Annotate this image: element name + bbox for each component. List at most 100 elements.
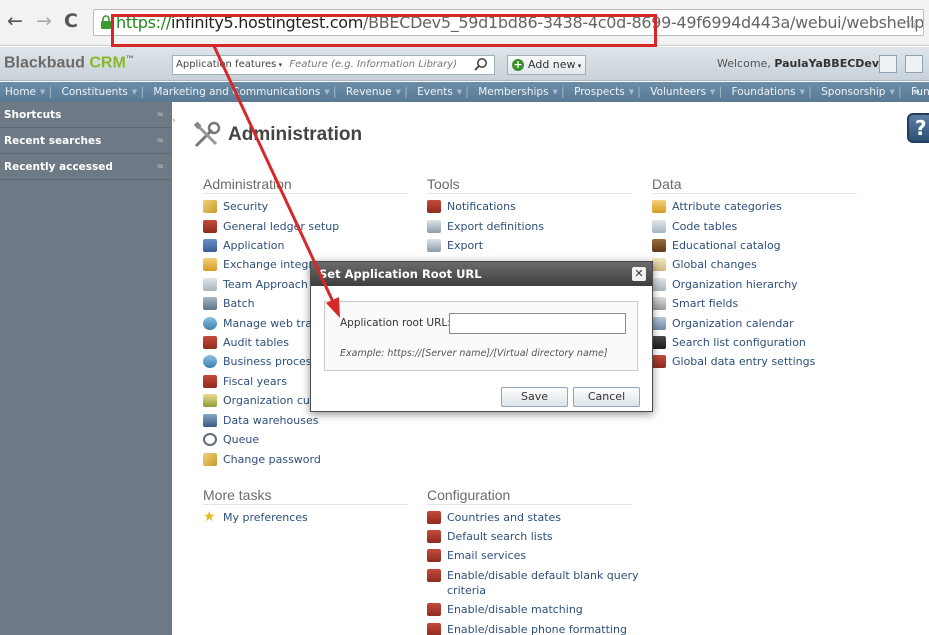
link-label[interactable]: Audit tables <box>223 336 289 349</box>
link-exchange-integration[interactable]: Exchange integra <box>203 258 320 272</box>
link-audit-tables[interactable]: Audit tables <box>203 336 289 350</box>
nav-events[interactable]: Events <box>417 86 453 98</box>
link-notifications[interactable]: Notifications <box>427 200 516 214</box>
link-default-search-lists[interactable]: Default search lists <box>427 530 553 544</box>
link-email-services[interactable]: Email services <box>427 549 526 563</box>
reload-icon[interactable]: C <box>64 11 78 31</box>
link-label[interactable]: Exchange integra <box>223 258 320 271</box>
link-label[interactable]: Enable/disable matching <box>447 603 583 616</box>
link-label[interactable]: Security <box>223 200 268 213</box>
app-features-input[interactable]: Feature (e.g. Information Library) <box>289 59 457 70</box>
link-smart-fields[interactable]: Smart fields <box>652 297 738 311</box>
link-label[interactable]: Global changes <box>672 258 757 271</box>
back-arrow-icon[interactable]: ← <box>7 11 23 31</box>
root-url-input[interactable] <box>449 313 626 334</box>
link-label[interactable]: Change password <box>223 453 321 466</box>
link-label[interactable]: Attribute categories <box>672 200 782 213</box>
link-label[interactable]: Data warehouses <box>223 414 318 427</box>
search-icon[interactable] <box>474 57 488 71</box>
link-label[interactable]: Enable/disable default blank query <box>447 569 639 582</box>
link-label[interactable]: Global data entry settings <box>672 355 815 368</box>
sidebar-item-recent-searches[interactable]: Recent searches ≈ <box>0 128 172 154</box>
chevron-down-icon[interactable]: ≈ <box>156 128 164 154</box>
welcome-username[interactable]: PaulaYaBBECDev5 <box>774 57 886 70</box>
link-business-processes[interactable]: Business processe <box>203 355 324 369</box>
list-view-icon[interactable] <box>879 55 897 73</box>
link-change-password[interactable]: Change password <box>203 453 321 467</box>
sidebar-item-shortcuts[interactable]: Shortcuts ≈ <box>0 102 172 128</box>
link-attribute-categories[interactable]: Attribute categories <box>652 200 782 214</box>
help-icon[interactable]: ? <box>907 113 929 143</box>
welcome-user[interactable]: Welcome, PaulaYaBBECDev5 ▾ <box>717 57 892 70</box>
add-new-button[interactable]: + Add new ▾ <box>507 55 586 75</box>
link-organization-currency[interactable]: Organization curr <box>203 394 319 408</box>
cancel-button[interactable]: Cancel <box>573 387 640 407</box>
link-enable-disable-phone-formatting[interactable]: Enable/disable phone formatting <box>427 623 627 635</box>
link-label[interactable]: Batch <box>223 297 255 310</box>
sidebar-item-recently-accessed[interactable]: Recently accessed ≈ <box>0 154 172 180</box>
bookmark-star-icon[interactable]: ☆ <box>905 10 919 35</box>
link-code-tables[interactable]: Code tables <box>652 220 737 234</box>
link-label[interactable]: Smart fields <box>672 297 738 310</box>
link-label[interactable]: Organization curr <box>223 394 319 407</box>
link-label[interactable]: My preferences <box>223 511 308 524</box>
link-global-changes[interactable]: Global changes <box>652 258 757 272</box>
link-label[interactable]: Queue <box>223 433 259 446</box>
link-label[interactable]: Organization hierarchy <box>672 278 798 291</box>
link-label[interactable]: Fiscal years <box>223 375 287 388</box>
link-my-preferences[interactable]: ★ My preferences <box>203 510 308 525</box>
chevron-down-icon[interactable]: ≈ <box>156 154 164 180</box>
link-educational-catalog[interactable]: Educational catalog <box>652 239 781 253</box>
link-label[interactable]: Notifications <box>447 200 516 213</box>
nav-revenue[interactable]: Revenue <box>346 86 392 98</box>
nav-memberships[interactable]: Memberships <box>478 86 548 98</box>
link-label[interactable]: Default search lists <box>447 530 553 543</box>
link-label[interactable]: Code tables <box>672 220 737 233</box>
app-features-label[interactable]: Application features <box>176 59 276 70</box>
link-label[interactable]: Organization calendar <box>672 317 794 330</box>
link-global-data-entry-settings[interactable]: Global data entry settings <box>652 355 815 369</box>
link-search-list-configuration[interactable]: Search list configuration <box>652 336 806 350</box>
link-label[interactable]: Team Approach s <box>223 278 317 291</box>
link-label[interactable]: General ledger setup <box>223 220 339 233</box>
link-label[interactable]: Application <box>223 239 284 252</box>
save-button[interactable]: Save <box>501 387 568 407</box>
link-batch[interactable]: Batch <box>203 297 255 311</box>
nav-home[interactable]: Home <box>5 86 36 98</box>
link-label[interactable]: Countries and states <box>447 511 561 524</box>
link-label[interactable]: Business processe <box>223 355 324 368</box>
collapse-sidebar-icon[interactable]: › <box>172 116 182 146</box>
link-team-approach[interactable]: Team Approach s <box>203 278 317 292</box>
close-icon[interactable]: ✕ <box>632 267 646 281</box>
link-label[interactable]: Enable/disable phone formatting <box>447 623 627 635</box>
nav-marketing[interactable]: Marketing and Communications <box>153 86 320 98</box>
home-page-icon[interactable] <box>905 55 923 73</box>
link-enable-disable-blank-query-cont[interactable]: criteria <box>427 584 486 598</box>
link-label[interactable]: criteria <box>447 584 486 597</box>
link-manage-web-transactions[interactable]: Manage web tran <box>203 317 319 331</box>
link-general-ledger-setup[interactable]: General ledger setup <box>203 220 339 234</box>
link-data-warehouses[interactable]: Data warehouses <box>203 414 318 428</box>
nav-volunteers[interactable]: Volunteers <box>650 86 706 98</box>
app-features-search[interactable]: Application features ▾ Feature (e.g. Inf… <box>172 55 495 75</box>
link-enable-disable-matching[interactable]: Enable/disable matching <box>427 603 583 617</box>
link-label[interactable]: Export definitions <box>447 220 544 233</box>
link-countries-and-states[interactable]: Countries and states <box>427 511 561 525</box>
nav-sponsorship[interactable]: Sponsorship <box>821 86 885 98</box>
link-organization-hierarchy[interactable]: Organization hierarchy <box>652 278 798 292</box>
link-export[interactable]: Export <box>427 239 483 253</box>
nav-foundations[interactable]: Foundations <box>732 86 796 98</box>
link-application[interactable]: Application <box>203 239 284 253</box>
link-label[interactable]: Export <box>447 239 483 252</box>
link-label[interactable]: Email services <box>447 549 526 562</box>
nav-prospects[interactable]: Prospects <box>574 86 625 98</box>
nav-more-icon[interactable]: » <box>913 82 920 102</box>
link-organization-calendar[interactable]: Organization calendar <box>652 317 794 331</box>
link-label[interactable]: Search list configuration <box>672 336 806 349</box>
link-fiscal-years[interactable]: Fiscal years <box>203 375 287 389</box>
link-label[interactable]: Educational catalog <box>672 239 781 252</box>
chevron-down-icon[interactable]: ≈ <box>156 102 164 128</box>
link-enable-disable-blank-query[interactable]: Enable/disable default blank query <box>427 569 639 583</box>
link-export-definitions[interactable]: Export definitions <box>427 220 544 234</box>
link-queue[interactable]: Queue <box>203 433 259 447</box>
